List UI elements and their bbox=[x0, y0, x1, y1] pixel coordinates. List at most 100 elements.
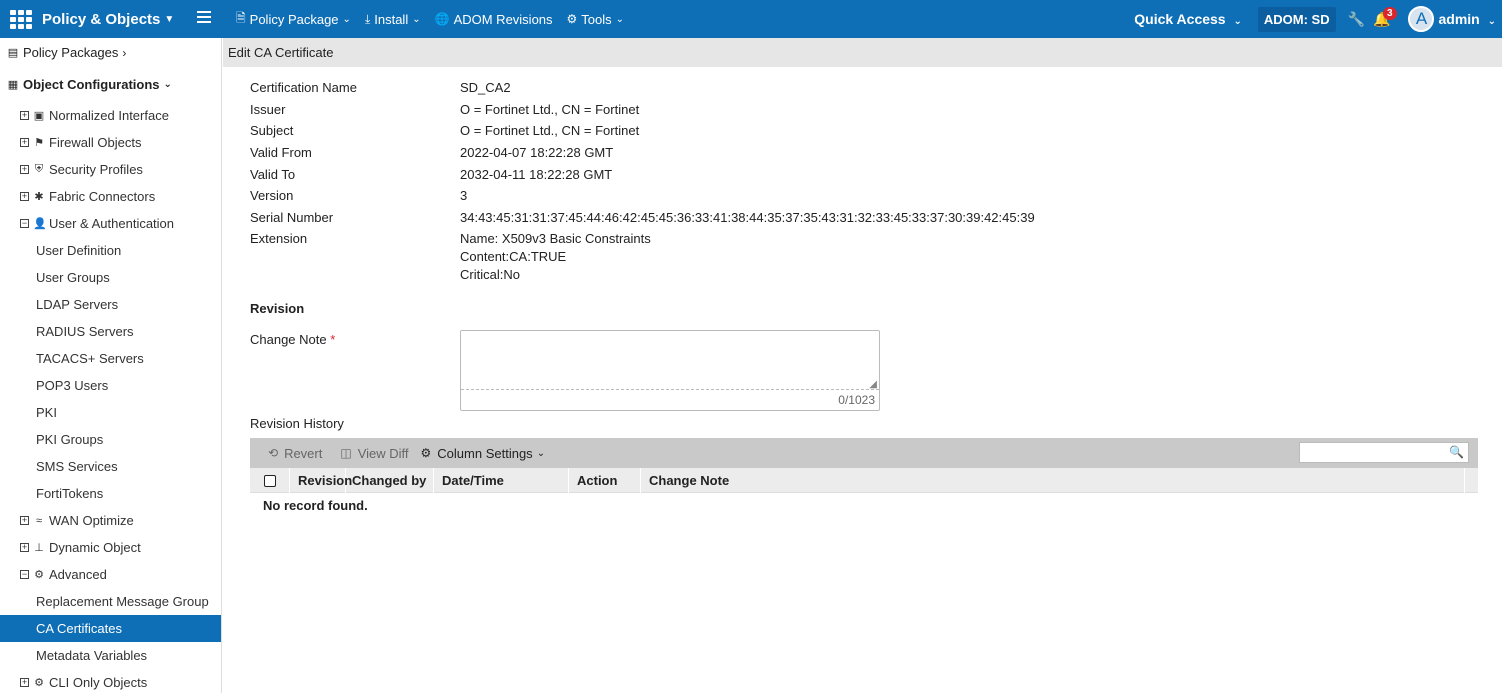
select-all-checkbox[interactable] bbox=[263, 474, 276, 487]
app-menu-button[interactable]: Policy & Objects ▼ bbox=[0, 0, 222, 38]
select-all-cell bbox=[250, 468, 290, 493]
main-content: Edit CA Certificate Certification Name S… bbox=[223, 38, 1502, 693]
field-value: SD_CA2 bbox=[460, 80, 511, 95]
gear-icon: ⚙ bbox=[566, 12, 578, 26]
expand-icon[interactable]: + bbox=[20, 192, 29, 201]
document-icon: 🗎 bbox=[236, 10, 246, 25]
sidebar-item-radius-servers[interactable]: RADIUS Servers bbox=[0, 318, 221, 345]
page-title: Edit CA Certificate bbox=[223, 38, 1502, 67]
download-icon: ⤓ bbox=[364, 11, 371, 26]
search-icon[interactable]: 🔍 bbox=[1449, 445, 1464, 459]
empty-table-message: No record found. bbox=[263, 498, 368, 513]
view-diff-button[interactable]: ◫ View Diff bbox=[340, 446, 408, 461]
search-box: 🔍 bbox=[1299, 442, 1469, 463]
field-value: O = Fortinet Ltd., CN = Fortinet bbox=[460, 123, 640, 138]
sidebar-item-label: TACACS+ Servers bbox=[36, 351, 144, 366]
nav-label: ADOM Revisions bbox=[453, 11, 553, 27]
change-note-input[interactable] bbox=[461, 331, 879, 389]
field-label: Certification Name bbox=[250, 80, 357, 95]
revert-label: Revert bbox=[284, 445, 323, 461]
sidebar-item-security-profiles[interactable]: + ⛨ Security Profiles bbox=[0, 156, 221, 183]
nav-label: Tools bbox=[581, 11, 612, 27]
sidebar-item-pki-groups[interactable]: PKI Groups bbox=[0, 426, 221, 453]
column-header-revision[interactable]: Revision bbox=[290, 468, 352, 493]
sidebar-item-label: Replacement Message Group bbox=[36, 594, 209, 609]
sidebar-item-label: User Definition bbox=[36, 243, 122, 258]
sidebar-item-firewall-objects[interactable]: + ⚑ Firewall Objects bbox=[0, 129, 221, 156]
column-header-changed-by[interactable]: Changed by bbox=[346, 468, 434, 493]
revert-button[interactable]: ⟲ Revert bbox=[268, 446, 322, 461]
sidebar-item-normalized-interface[interactable]: + ▣ Normalized Interface bbox=[0, 102, 221, 129]
chevron-down-icon: ⌄ bbox=[536, 447, 546, 459]
sidebar-item-pop3-users[interactable]: POP3 Users bbox=[0, 372, 221, 399]
field-label: Valid From bbox=[250, 145, 312, 160]
expand-icon[interactable]: + bbox=[20, 165, 29, 174]
sidebar-item-wan-optimize[interactable]: + ≈ WAN Optimize bbox=[0, 507, 221, 534]
avatar[interactable]: A bbox=[1408, 6, 1435, 32]
sidebar-item-label: PKI bbox=[36, 405, 57, 420]
field-label: Subject bbox=[250, 123, 294, 138]
sidebar-object-configurations[interactable]: ▦ Object Configurations ⌄ bbox=[0, 71, 221, 98]
notifications-button[interactable]: 🔔 3 bbox=[1373, 6, 1397, 28]
sidebar-item-fabric-connectors[interactable]: + ✱ Fabric Connectors bbox=[0, 183, 221, 210]
expand-icon[interactable]: + bbox=[20, 111, 29, 120]
sidebar-item-ldap-servers[interactable]: LDAP Servers bbox=[0, 291, 221, 318]
wrench-icon[interactable]: 🔧 bbox=[1348, 11, 1365, 28]
sidebar-item-sms-services[interactable]: SMS Services bbox=[0, 453, 221, 480]
field-label: Issuer bbox=[250, 102, 286, 117]
sidebar-policy-packages[interactable]: ▤ Policy Packages › bbox=[0, 39, 221, 66]
sidebar-item-label: PKI Groups bbox=[36, 432, 104, 447]
nav-policy-package[interactable]: 🗎 Policy Package ⌄ bbox=[236, 9, 351, 30]
chevron-down-icon: ▼ bbox=[164, 13, 175, 25]
extension-line: Critical:No bbox=[460, 267, 520, 282]
chevron-down-icon: ⌄ bbox=[1487, 16, 1496, 27]
sidebar-item-advanced[interactable]: − ⚙ Advanced bbox=[0, 561, 221, 588]
sidebar-item-tacacs-servers[interactable]: TACACS+ Servers bbox=[0, 345, 221, 372]
column-header-action[interactable]: Action bbox=[569, 468, 641, 493]
expand-icon[interactable]: + bbox=[20, 543, 29, 552]
column-settings-button[interactable]: ⚙ Column Settings ⌄ bbox=[421, 446, 546, 461]
sidebar-item-label: Metadata Variables bbox=[36, 648, 148, 663]
sidebar-item-metadata-variables[interactable]: Metadata Variables bbox=[0, 642, 221, 669]
sidebar-item-label: POP3 Users bbox=[36, 378, 109, 393]
expand-icon[interactable]: + bbox=[20, 138, 29, 147]
field-label: Valid To bbox=[250, 167, 296, 182]
nav-tools[interactable]: ⚙ Tools ⌄ bbox=[567, 12, 625, 27]
field-value: 2022-04-07 18:22:28 GMT bbox=[460, 145, 614, 160]
sidebar-item-cli-only-objects[interactable]: + ⚙ CLI Only Objects bbox=[0, 669, 221, 693]
sidebar-item-label: Advanced bbox=[49, 567, 107, 582]
sidebar-item-ca-certificates[interactable]: CA Certificates bbox=[0, 615, 221, 642]
sidebar-item-user-groups[interactable]: User Groups bbox=[0, 264, 221, 291]
nav-install[interactable]: ⤓ Install ⌄ bbox=[365, 12, 421, 27]
expand-icon[interactable]: + bbox=[20, 678, 29, 687]
gear-icon: ⚙ bbox=[34, 677, 44, 689]
sidebar-item-label: Normalized Interface bbox=[49, 108, 169, 123]
sidebar: ▤ Policy Packages › ▦ Object Configurati… bbox=[0, 38, 222, 693]
sidebar-item-user-authentication[interactable]: − 👤 User & Authentication bbox=[0, 210, 221, 237]
sidebar-item-fortitokens[interactable]: FortiTokens bbox=[0, 480, 221, 507]
change-note-label: Change Note * bbox=[250, 332, 335, 347]
quick-access-button[interactable]: Quick Access ⌄ bbox=[1134, 11, 1242, 27]
sidebar-item-dynamic-object[interactable]: + ⊥ Dynamic Object bbox=[0, 534, 221, 561]
sidebar-item-replacement-message-group[interactable]: Replacement Message Group bbox=[0, 588, 221, 615]
sidebar-item-pki[interactable]: PKI bbox=[0, 399, 221, 426]
diff-icon: ◫ bbox=[340, 446, 352, 460]
adom-selector[interactable]: ADOM: SD bbox=[1257, 6, 1336, 32]
field-value: 3 bbox=[460, 188, 468, 203]
sidebar-item-label: LDAP Servers bbox=[36, 297, 119, 312]
app-title: Policy & Objects bbox=[42, 10, 161, 28]
nav-adom-revisions[interactable]: 🌐 ADOM Revisions bbox=[435, 12, 553, 27]
column-header-date-time[interactable]: Date/Time bbox=[434, 468, 569, 493]
gear-icon: ⚙ bbox=[420, 446, 432, 460]
change-note-label-text: Change Note bbox=[250, 332, 327, 347]
collapse-icon[interactable]: − bbox=[20, 219, 29, 228]
chevron-down-icon: ⌄ bbox=[1233, 16, 1242, 27]
column-header-change-note[interactable]: Change Note bbox=[641, 468, 1465, 493]
user-menu-button[interactable]: admin ⌄ bbox=[1438, 11, 1496, 27]
expand-icon[interactable]: + bbox=[20, 516, 29, 525]
collapse-icon[interactable]: − bbox=[20, 570, 29, 579]
hamburger-menu-icon[interactable] bbox=[197, 11, 211, 25]
sidebar-item-label: WAN Optimize bbox=[49, 513, 134, 528]
sidebar-item-user-definition[interactable]: User Definition bbox=[0, 237, 221, 264]
search-input[interactable] bbox=[1300, 443, 1450, 462]
